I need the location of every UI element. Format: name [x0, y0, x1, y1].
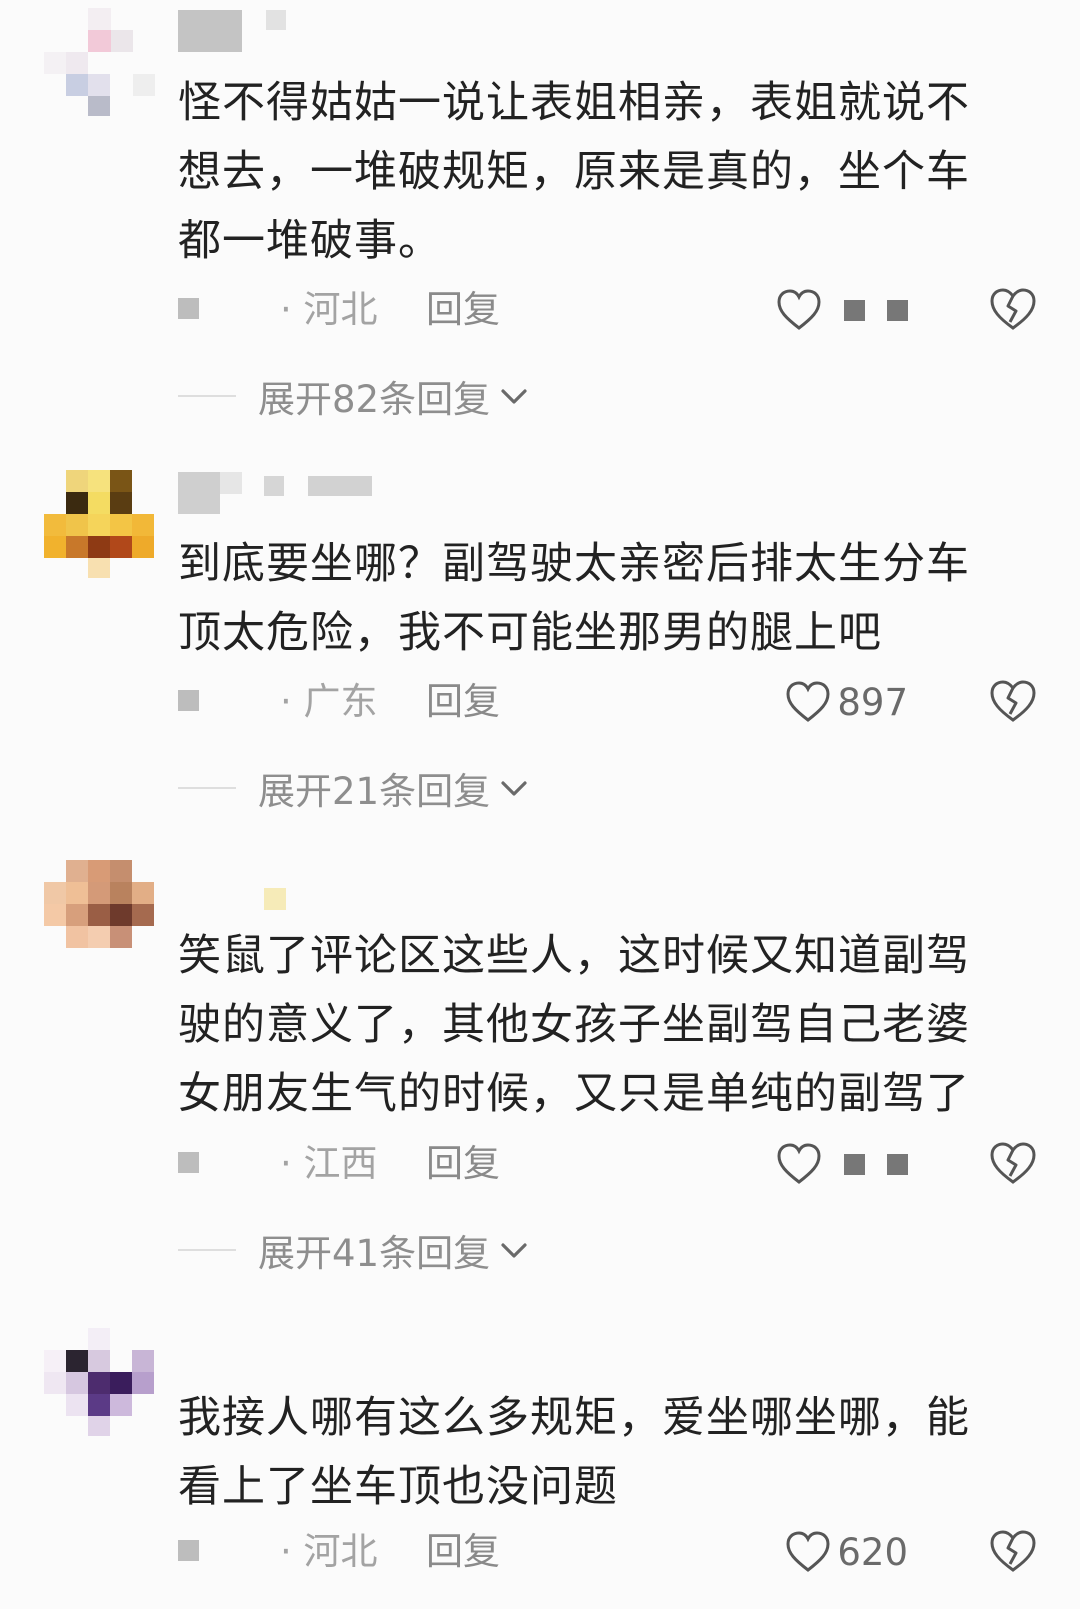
- expand-replies-button[interactable]: 展开41条回复: [178, 1224, 530, 1276]
- heart-outline-icon: [777, 1143, 821, 1184]
- comment-meta: · 江西 回复: [178, 1138, 1038, 1190]
- like-button[interactable]: 620: [785, 1528, 908, 1576]
- location: · 江西: [280, 1142, 378, 1185]
- comment-text: 怪不得姑姑一说让表姐相亲，表姐就说不想去，一堆破规矩，原来是真的，坐个车都一堆破…: [178, 78, 970, 266]
- timestamp: [178, 298, 199, 319]
- expand-replies-label: 展开82条回复: [258, 378, 491, 421]
- comment-text: 笑鼠了评论区这些人，这时候又知道副驾驶的意义了，其他女孩子坐副驾自己老婆女朋友生…: [178, 931, 970, 1119]
- expand-replies-label: 展开21条回复: [258, 770, 491, 813]
- comment-meta: · 河北 回复 620: [178, 1526, 1038, 1578]
- expand-replies-label: 展开41条回复: [258, 1232, 491, 1275]
- divider-line: [178, 1249, 236, 1251]
- timestamp: [178, 690, 199, 711]
- divider-line: [178, 787, 236, 789]
- like-button[interactable]: [776, 286, 908, 334]
- broken-heart-icon: [990, 680, 1036, 722]
- location: · 河北: [280, 1530, 378, 1573]
- comment-text: 我接人哪有这么多规矩，爱坐哪坐哪，能看上了坐车顶也没问题: [178, 1393, 970, 1512]
- avatar[interactable]: [44, 860, 156, 972]
- chevron-down-icon: [501, 1243, 527, 1258]
- divider-line: [178, 395, 236, 397]
- location: · 广东: [280, 680, 378, 723]
- comment-meta: · 河北 回复: [178, 284, 1038, 336]
- heart-outline-icon: [786, 1531, 830, 1572]
- like-count: 620: [837, 1530, 908, 1574]
- expand-replies-button[interactable]: 展开21条回复: [178, 762, 530, 814]
- comment-text: 到底要坐哪？副驾驶太亲密后排太生分车顶太危险，我不可能坐那男的腿上吧: [178, 539, 970, 658]
- location: · 河北: [280, 288, 378, 331]
- reply-button[interactable]: 回复: [426, 1138, 500, 1190]
- like-count: [822, 1153, 908, 1175]
- like-button[interactable]: [776, 1140, 908, 1188]
- broken-heart-icon: [990, 1142, 1036, 1184]
- like-count: [822, 299, 908, 321]
- heart-outline-icon: [786, 681, 830, 722]
- dislike-button[interactable]: [988, 286, 1038, 334]
- broken-heart-icon: [990, 1530, 1036, 1572]
- heart-outline-icon: [777, 289, 821, 330]
- timestamp: [178, 1152, 199, 1173]
- chevron-down-icon: [501, 781, 527, 796]
- comment-meta: · 广东 回复 897: [178, 676, 1038, 728]
- dislike-button[interactable]: [988, 678, 1038, 726]
- expand-replies-button[interactable]: 展开82条回复: [178, 370, 530, 422]
- like-button[interactable]: 897: [785, 678, 908, 726]
- reply-button[interactable]: 回复: [426, 1526, 500, 1578]
- avatar[interactable]: [44, 8, 156, 120]
- broken-heart-icon: [990, 288, 1036, 330]
- reply-button[interactable]: 回复: [426, 284, 500, 336]
- chevron-down-icon: [501, 389, 527, 404]
- timestamp: [178, 1540, 199, 1561]
- avatar[interactable]: [44, 470, 156, 582]
- reply-button[interactable]: 回复: [426, 676, 500, 728]
- avatar[interactable]: [44, 1328, 156, 1440]
- dislike-button[interactable]: [988, 1140, 1038, 1188]
- like-count: 897: [837, 680, 908, 724]
- dislike-button[interactable]: [988, 1528, 1038, 1576]
